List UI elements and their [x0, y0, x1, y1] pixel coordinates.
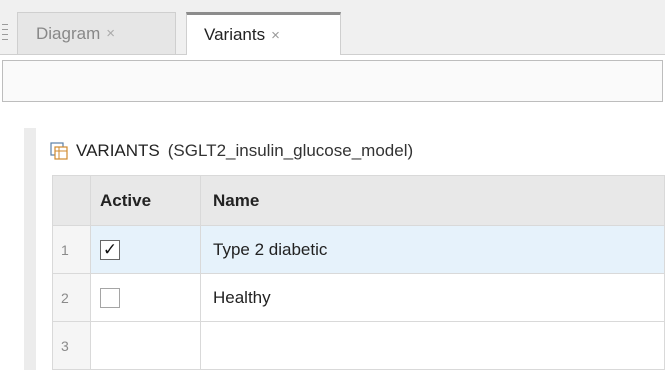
active-checkbox[interactable] — [100, 287, 120, 308]
variant-name-cell[interactable]: Healthy — [200, 273, 665, 322]
tab-diagram-label: Diagram — [36, 23, 101, 43]
tab-variants-label: Variants — [204, 25, 266, 44]
row-number: 2 — [52, 273, 91, 322]
row-number: 3 — [52, 321, 91, 370]
table-header-row: Active Name — [52, 175, 665, 226]
variant-name-cell[interactable]: Type 2 diabetic — [200, 225, 665, 274]
active-cell[interactable]: ✓ — [90, 225, 201, 274]
section-title: VARIANTS (SGLT2_insulin_glucose_model) — [50, 138, 413, 164]
variants-editor: Diagram × Variants × VARIANTS (SGLT2_ins… — [0, 0, 665, 370]
model-name: (SGLT2_insulin_glucose_model) — [167, 141, 414, 160]
tab-bar: Diagram × Variants × — [0, 0, 665, 55]
column-header-name[interactable]: Name — [200, 175, 665, 226]
active-checkbox[interactable]: ✓ — [100, 239, 120, 260]
table-row[interactable]: 2 Healthy — [52, 273, 665, 322]
variants-table: Active Name 1 ✓ Type 2 diabetic 2 Health… — [52, 175, 665, 370]
tab-diagram[interactable]: Diagram × — [17, 12, 176, 54]
row-number-header — [52, 175, 91, 226]
drag-grip-icon[interactable] — [2, 24, 10, 40]
left-gutter — [24, 128, 36, 370]
table-row[interactable]: 3 — [52, 321, 665, 370]
toolbar-strip — [2, 60, 663, 102]
close-icon[interactable]: × — [271, 27, 280, 44]
row-number: 1 — [52, 225, 91, 274]
variant-name-cell[interactable] — [200, 321, 665, 370]
active-cell[interactable] — [90, 321, 201, 370]
active-cell[interactable] — [90, 273, 201, 322]
column-header-active[interactable]: Active — [90, 175, 201, 226]
section-heading: VARIANTS — [76, 141, 160, 160]
tab-variants[interactable]: Variants × — [186, 12, 341, 55]
table-row[interactable]: 1 ✓ Type 2 diabetic — [52, 225, 665, 274]
variants-table-icon — [50, 142, 68, 160]
close-icon[interactable]: × — [106, 25, 115, 42]
